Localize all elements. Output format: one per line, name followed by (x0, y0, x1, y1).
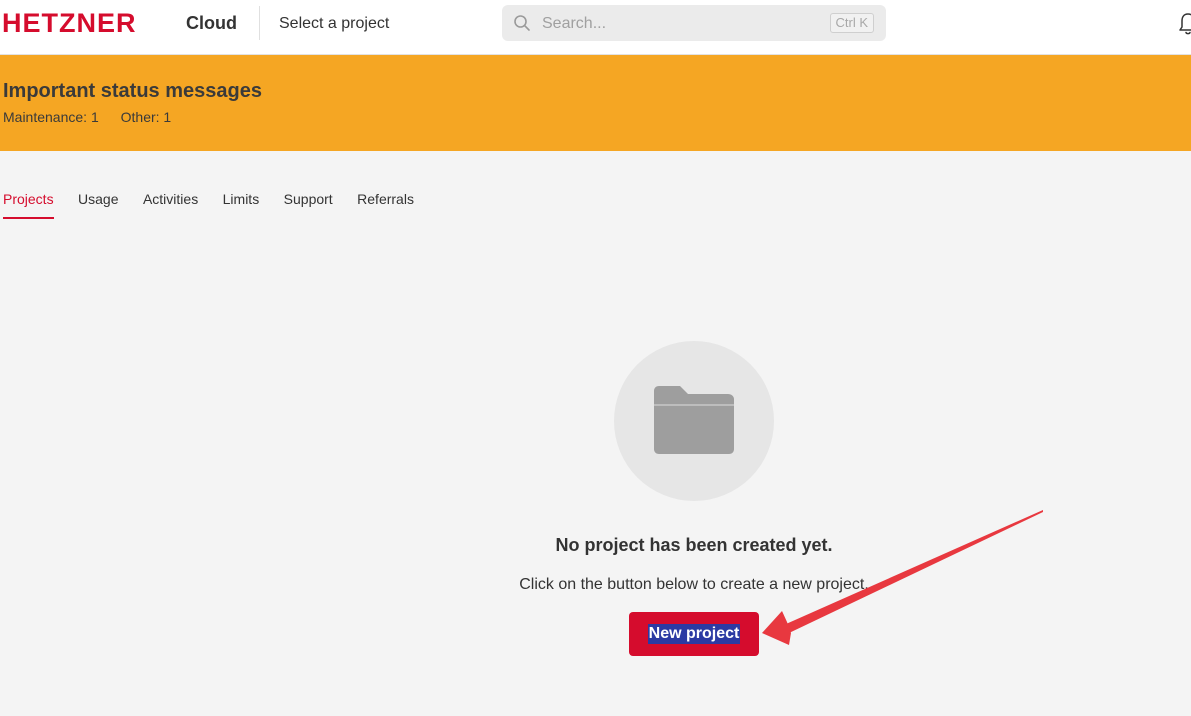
banner-counts: Maintenance: 1 Other: 1 (3, 109, 189, 125)
empty-state-subtitle: Click on the button below to create a ne… (519, 576, 869, 593)
new-project-button[interactable]: New project (629, 612, 759, 656)
tab-limits[interactable]: Limits (223, 190, 260, 218)
new-project-button-label: New project (647, 624, 741, 644)
search-shortcut: Ctrl K (829, 13, 874, 33)
tab-projects[interactable]: Projects (3, 190, 54, 219)
status-banner: Important status messages Maintenance: 1… (0, 55, 1191, 151)
bell-icon[interactable] (1178, 12, 1191, 36)
hetzner-logo[interactable]: HETZNER (2, 9, 137, 37)
tab-referrals[interactable]: Referrals (357, 190, 414, 218)
main-tabs: Projects Usage Activities Limits Support… (3, 190, 434, 220)
top-bar: HETZNER Cloud Select a project Ctrl K (0, 0, 1191, 55)
folder-icon (654, 386, 734, 454)
search-icon (514, 15, 530, 31)
product-name: Cloud (186, 13, 237, 33)
tab-support[interactable]: Support (284, 190, 333, 218)
header-divider (259, 6, 260, 40)
banner-title: Important status messages (3, 80, 262, 102)
project-selector[interactable]: Select a project (279, 14, 389, 34)
empty-state-title: No project has been created yet. (555, 535, 833, 555)
empty-state-illustration (614, 341, 774, 501)
maintenance-count[interactable]: Maintenance: 1 (3, 109, 99, 125)
tab-usage[interactable]: Usage (78, 190, 118, 218)
other-count[interactable]: Other: 1 (121, 109, 172, 125)
search-input[interactable] (540, 12, 824, 36)
tab-activities[interactable]: Activities (143, 190, 198, 218)
search-bar[interactable]: Ctrl K (502, 5, 886, 41)
